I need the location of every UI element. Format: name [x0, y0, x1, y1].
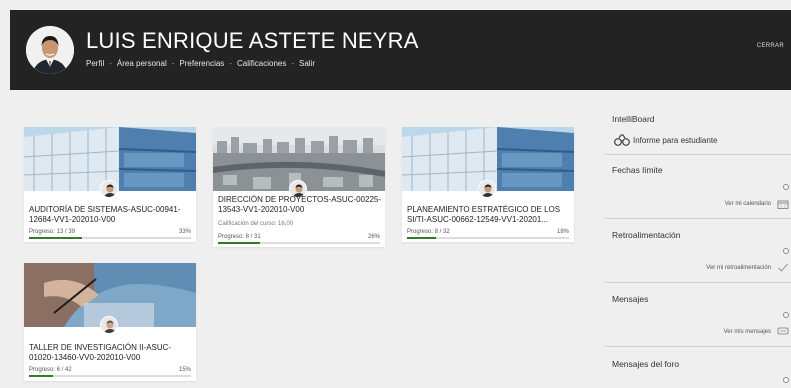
calendar-icon[interactable]: [777, 200, 789, 209]
profile-header: LUIS ENRIQUE ASTETE NEYRA Perfil - Área …: [10, 10, 791, 90]
course-title[interactable]: AUDITORÍA DE SISTEMAS-ASUC-00941-12684-V…: [29, 205, 193, 225]
divider: [605, 218, 791, 219]
user-name: LUIS ENRIQUE ASTETE NEYRA: [86, 28, 419, 53]
progress-bar-fill: [29, 237, 83, 239]
divider: [605, 346, 791, 347]
sidebar-blocks: IntelliBoard Informe para estudiante Fec…: [605, 100, 791, 388]
progress-bar-fill: [218, 242, 261, 244]
nav-personal-area[interactable]: Área personal: [117, 59, 167, 68]
course-title[interactable]: DIRECCIÓN DE PROYECTOS-ASUC-00225-13543-…: [218, 195, 382, 215]
block-menu-icon[interactable]: [783, 248, 789, 254]
nav-separator: -: [171, 59, 175, 68]
nav-separator: -: [291, 59, 295, 68]
nav-profile[interactable]: Perfil: [86, 59, 104, 68]
intelliboard-title: IntelliBoard: [612, 114, 655, 124]
feedback-link[interactable]: Ver mi retroalimentación: [706, 265, 771, 271]
checkmark-icon[interactable]: [777, 263, 789, 272]
progress-percent: 33%: [178, 229, 191, 235]
nav-logout[interactable]: Salir: [299, 59, 315, 68]
feedback-title: Retroalimentación: [612, 230, 681, 240]
nav-separator: -: [109, 59, 112, 68]
messages-title: Mensajes: [612, 294, 649, 304]
progress-percent: 26%: [367, 234, 380, 240]
progress-label: Progreso: 8 / 32: [407, 229, 450, 235]
messages-link[interactable]: Ver mis mensajes: [724, 329, 771, 335]
teacher-avatar[interactable]: [478, 180, 496, 198]
block-menu-icon[interactable]: [783, 377, 789, 383]
progress-label: Progreso: 8 / 31: [218, 234, 261, 240]
progress-bar-fill: [29, 375, 54, 377]
chat-icon[interactable]: [777, 327, 789, 336]
progress-bar: [218, 242, 380, 244]
nav-separator: -: [229, 59, 232, 68]
course-title[interactable]: TALLER DE INVESTIGACIÓN II-ASUC-01020-13…: [29, 343, 193, 363]
progress-bar: [29, 237, 191, 239]
course-card[interactable]: PLANEAMIENTO ESTRATÉGICO DE LOS SI/TI-AS…: [402, 127, 574, 242]
progress-label: Progreso: 6 / 42: [29, 367, 72, 373]
user-avatar[interactable]: [26, 26, 74, 74]
course-title[interactable]: PLANEAMIENTO ESTRATÉGICO DE LOS SI/TI-AS…: [407, 205, 571, 225]
divider: [605, 282, 791, 283]
calendar-link[interactable]: Ver mi calendario: [725, 201, 771, 207]
course-card[interactable]: AUDITORÍA DE SISTEMAS-ASUC-00941-12684-V…: [24, 127, 196, 242]
profile-nav: Perfil - Área personal - Preferencias - …: [86, 59, 315, 68]
teacher-avatar[interactable]: [100, 316, 118, 334]
progress-bar-fill: [407, 237, 437, 239]
progress-bar: [407, 237, 569, 239]
forum-posts-title: Mensajes del foro: [612, 359, 680, 369]
progress-percent: 18%: [556, 229, 569, 235]
course-card[interactable]: TALLER DE INVESTIGACIÓN II-ASUC-01020-13…: [24, 263, 196, 381]
progress-percent: 15%: [178, 367, 191, 373]
binoculars-icon: [614, 134, 630, 146]
student-report-label: Informe para estudiante: [633, 135, 718, 145]
course-grade: Calificación del curso: 16,00: [218, 221, 294, 227]
course-card[interactable]: DIRECCIÓN DE PROYECTOS-ASUC-00225-13543-…: [213, 127, 385, 247]
teacher-avatar[interactable]: [100, 180, 118, 198]
nav-grades[interactable]: Calificaciones: [237, 59, 286, 68]
progress-label: Progreso: 13 / 39: [29, 229, 76, 235]
student-report-link[interactable]: Informe para estudiante: [614, 134, 718, 146]
close-session-link[interactable]: CERRAR: [757, 43, 784, 49]
divider: [605, 154, 791, 155]
nav-preferences[interactable]: Preferencias: [179, 59, 224, 68]
progress-bar: [29, 375, 191, 377]
block-menu-icon[interactable]: [783, 312, 789, 318]
deadlines-title: Fechas límite: [612, 165, 663, 175]
block-menu-icon[interactable]: [783, 184, 789, 190]
